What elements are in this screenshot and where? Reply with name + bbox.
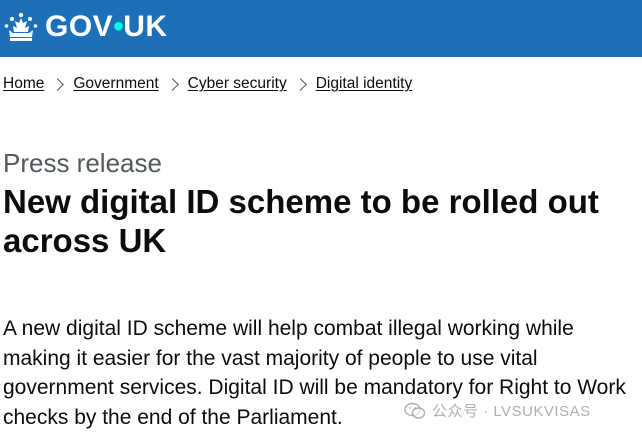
- chevron-right-icon: [51, 77, 65, 91]
- logo-text-uk: UK: [123, 10, 168, 43]
- watermark: 公众号 · LVSUKVISAS: [404, 400, 591, 421]
- watermark-text: 公众号 · LVSUKVISAS: [432, 403, 591, 420]
- page-caption: Press release: [3, 148, 162, 178]
- chevron-right-icon: [165, 77, 179, 91]
- wechat-icon: [404, 402, 426, 419]
- breadcrumb-digital-identity[interactable]: Digital identity: [316, 73, 413, 95]
- chevron-right-icon: [293, 77, 307, 91]
- breadcrumb: Home Government Cyber security Digital i…: [3, 73, 412, 95]
- logo-dot: •: [113, 10, 125, 43]
- breadcrumb-government[interactable]: Government: [73, 73, 158, 95]
- site-header: GOV • UK: [0, 0, 642, 57]
- breadcrumb-home[interactable]: Home: [3, 73, 44, 95]
- page-title: New digital ID scheme to be rolled out a…: [3, 183, 599, 259]
- logo-text-gov: GOV: [45, 10, 114, 43]
- crown-icon: [4, 12, 38, 41]
- govuk-logo-link[interactable]: GOV • UK: [3, 10, 168, 44]
- breadcrumb-cyber-security[interactable]: Cyber security: [188, 73, 287, 95]
